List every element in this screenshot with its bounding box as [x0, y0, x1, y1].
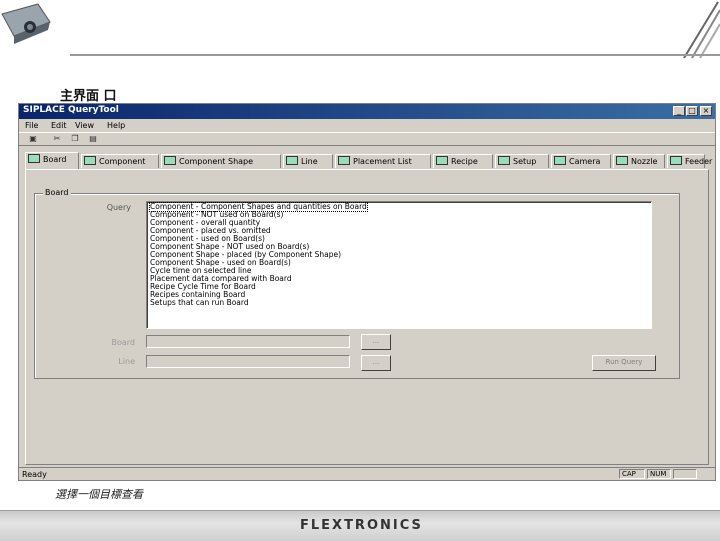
status-text: Ready	[22, 470, 47, 479]
groupbox-label: Board	[43, 188, 71, 197]
title-bar[interactable]: SIPLACE QueryTool _ □ ×	[19, 104, 715, 119]
tab-component[interactable]: Component	[81, 154, 159, 168]
menu-view[interactable]: View	[75, 121, 94, 130]
component-shape-icon	[164, 156, 176, 165]
tab-camera[interactable]: Camera	[551, 154, 611, 168]
line-browse-button[interactable]: ...	[361, 355, 391, 371]
menu-edit[interactable]: Edit	[51, 121, 67, 130]
top-rule	[70, 54, 720, 56]
corner-decoration	[683, 1, 720, 59]
menu-bar: File Edit View Help	[19, 119, 715, 132]
company-logo: FLEXTRONICS	[300, 518, 423, 533]
copy-icon[interactable]: ❐	[69, 134, 81, 144]
query-listbox[interactable]: Component - Component Shapes and quantit…	[146, 201, 652, 329]
tab-recipe[interactable]: Recipe	[433, 154, 493, 168]
window-title: SIPLACE QueryTool	[23, 105, 119, 115]
paste-icon[interactable]: ▤	[87, 134, 99, 144]
line-icon	[286, 156, 298, 165]
menu-file[interactable]: File	[25, 121, 38, 130]
board-browse-button[interactable]: ...	[361, 334, 391, 350]
tab-strip: Board Component Component Shape Line Pla…	[25, 152, 712, 170]
cut-icon[interactable]: ✂	[51, 134, 63, 144]
scrl-indicator	[673, 469, 697, 479]
projector-icon	[1, 3, 51, 44]
run-query-button[interactable]: Run Query	[592, 355, 656, 371]
board-field[interactable]	[146, 335, 350, 348]
camera-icon	[554, 156, 566, 165]
slide-caption: 選擇一個目標查看	[55, 488, 143, 501]
cap-indicator: CAP	[619, 469, 645, 479]
list-item[interactable]: Setups that can run Board	[150, 298, 249, 307]
tab-component-shape[interactable]: Component Shape	[161, 154, 281, 168]
app-window: SIPLACE QueryTool _ □ × File Edit View H…	[18, 103, 716, 481]
placement-list-icon	[338, 156, 350, 165]
maximize-button[interactable]: □	[686, 106, 698, 116]
nozzle-icon	[616, 156, 628, 165]
recipe-icon	[436, 156, 448, 165]
slide-title: 主界面 口	[60, 89, 117, 104]
tab-line[interactable]: Line	[283, 154, 333, 168]
board-icon	[28, 154, 40, 163]
num-indicator: NUM	[647, 469, 671, 479]
tab-placement-list[interactable]: Placement List	[335, 154, 431, 168]
line-field-label: Line	[118, 357, 135, 366]
toolbar: ▣ ✂ ❐ ▤	[19, 132, 715, 146]
component-icon	[84, 156, 96, 165]
close-button[interactable]: ×	[700, 106, 712, 116]
query-label: Query	[106, 203, 131, 212]
save-icon[interactable]: ▣	[27, 134, 39, 144]
setup-icon	[498, 156, 510, 165]
feeder-icon	[670, 156, 682, 165]
tab-board[interactable]: Board	[25, 152, 79, 169]
tab-feeder[interactable]: Feeder	[667, 154, 712, 168]
tab-nozzle[interactable]: Nozzle	[613, 154, 665, 168]
tab-setup[interactable]: Setup	[495, 154, 549, 168]
status-bar: Ready CAP NUM	[19, 467, 715, 480]
minimize-button[interactable]: _	[673, 106, 685, 116]
menu-help[interactable]: Help	[107, 121, 125, 130]
line-field[interactable]	[146, 355, 350, 368]
board-field-label: Board	[111, 338, 135, 347]
